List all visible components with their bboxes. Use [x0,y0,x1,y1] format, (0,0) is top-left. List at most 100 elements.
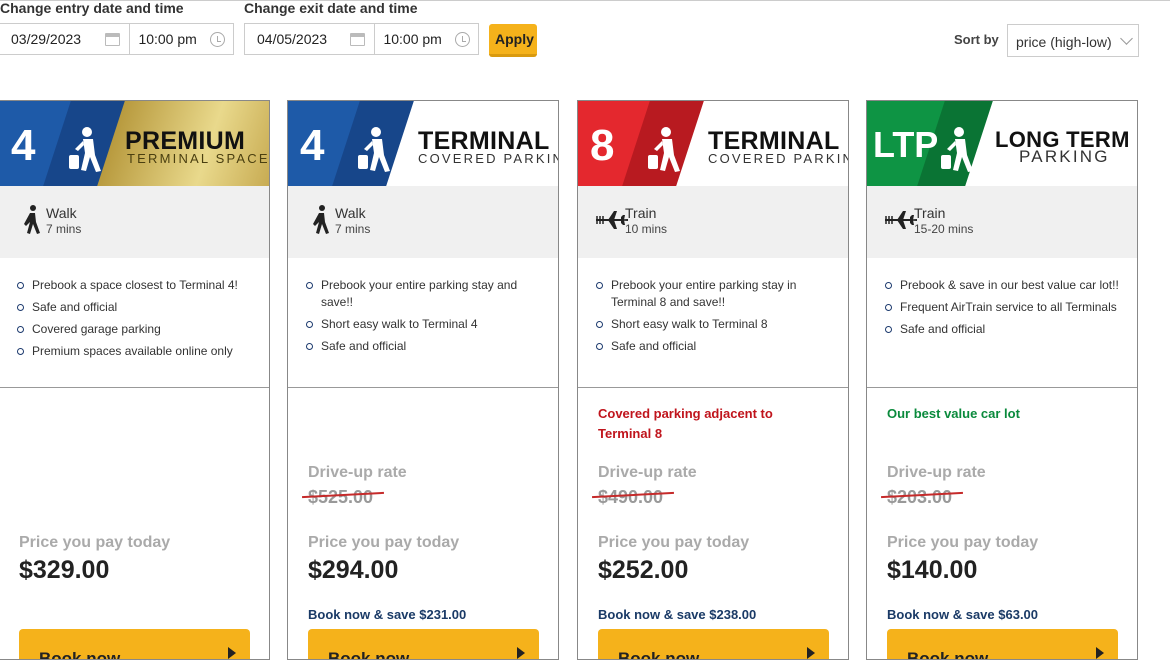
date-filter-bar: Change entry date and time 03/29/2023 10… [0,0,1170,101]
card-subtitle: COVERED PARKING [708,151,848,166]
card-subtitle: COVERED PARKING [418,151,558,166]
sort-value: price (high-low) [1016,34,1112,50]
arrow-right-icon [517,647,525,659]
savings-text: Book now & save $238.00 [598,607,757,622]
highlight-text: Our best value car lot [887,406,1020,421]
clock-icon[interactable] [455,32,470,47]
feature-item: Frequent AirTrain service to all Termina… [885,299,1123,316]
feature-item: Covered garage parking [17,321,255,338]
feature-item: Prebook your entire parking stay in Term… [596,277,834,311]
pay-label: Price you pay today [308,534,460,551]
pay-price: $329.00 [19,556,110,584]
parking-card-terminal-8: 8 TERMINAL COVERED PARKING Train 10 mins… [577,100,849,660]
transport-mode: Walk [46,205,77,221]
traveler-icon [941,127,973,172]
savings-text: Book now & save $231.00 [308,607,467,622]
pricing-section: Our best value car lot Drive-up rate $20… [867,388,1137,660]
drive-up-price: $203.00 [887,487,953,507]
pay-label: Price you pay today [598,534,750,551]
terminal-badge: 8 [590,121,615,170]
entry-date-input[interactable]: 03/29/2023 [0,24,129,54]
feature-list: Prebook your entire parking stay in Term… [578,258,848,388]
feature-list: Prebook a space closest to Terminal 4! S… [0,258,269,388]
book-now-label: Book now [618,649,700,660]
pay-label: Price you pay today [887,534,1039,551]
book-now-button[interactable]: Book now [598,629,829,660]
drive-up-price: $490.00 [598,487,664,507]
transport-mode: Walk [335,205,366,221]
entry-date-value: 03/29/2023 [11,31,82,47]
book-now-label: Book now [328,649,410,660]
book-now-button[interactable]: Book now [308,629,539,660]
walk-icon [313,205,329,234]
sort-select[interactable]: price (high-low) [1007,24,1139,57]
pay-price: $294.00 [308,556,399,584]
feature-item: Premium spaces available online only [17,343,255,360]
traveler-icon [358,127,390,172]
book-now-label: Book now [907,649,989,660]
card-banner: 4 TERMINAL COVERED PARKING [288,101,558,186]
feature-list: Prebook your entire parking stay and sav… [288,258,558,388]
pay-price: $140.00 [887,556,978,584]
transport-time: 15-20 mins [914,222,974,236]
apply-button[interactable]: Apply [489,24,537,57]
parking-card-terminal-4: 4 TERMINAL COVERED PARKING Walk 7 mins P… [287,100,559,660]
feature-item: Prebook & save in our best value car lot… [885,277,1123,294]
arrow-right-icon [228,647,236,659]
card-banner: LTP LONG TERM PARKING [867,101,1137,186]
exit-date-input[interactable]: 04/05/2023 [245,24,374,54]
arrow-right-icon [1096,647,1104,659]
pricing-section: Covered parking adjacent to Terminal 8 D… [578,388,848,660]
parking-card-premium: 4 PREMIUM TERMINAL SPACE Walk 7 mins Pre… [0,100,270,660]
book-now-button[interactable]: Book now [887,629,1118,660]
entry-time-input[interactable]: 10:00 pm [129,24,233,54]
terminal-badge: 4 [300,121,325,170]
pay-label: Price you pay today [19,534,171,551]
terminal-badge: LTP [873,124,939,165]
transport-mode: Train [914,205,946,221]
pricing-section: Drive-up rate $525.00 Price you pay toda… [288,388,558,660]
pay-price: $252.00 [598,556,689,584]
drive-up-label: Drive-up rate [598,464,697,481]
calendar-icon[interactable] [105,33,121,46]
card-subtitle: TERMINAL SPACE [127,151,269,166]
train-plane-icon [885,211,917,229]
transport-info: Train 15-20 mins [867,186,1137,258]
pricing-section: Price you pay today $329.00 Book now [0,388,269,660]
transport-info: Walk 7 mins [288,186,558,258]
highlight-text: Covered parking adjacent to Terminal 8 [598,406,773,441]
feature-item: Short easy walk to Terminal 4 [306,316,544,333]
terminal-badge: 4 [11,121,36,170]
transport-time: 7 mins [46,222,82,236]
clock-icon[interactable] [210,32,225,47]
transport-mode: Train [625,205,657,221]
transport-info: Train 10 mins [578,186,848,258]
exit-time-value: 10:00 pm [383,31,442,47]
entry-datetime-group: 03/29/2023 10:00 pm [0,23,234,55]
card-banner: 8 TERMINAL COVERED PARKING [578,101,848,186]
feature-item: Prebook a space closest to Terminal 4! [17,277,255,294]
drive-up-label: Drive-up rate [887,464,986,481]
exit-time-input[interactable]: 10:00 pm [374,24,478,54]
entry-time-value: 10:00 pm [138,31,197,47]
feature-item: Short easy walk to Terminal 8 [596,316,834,333]
arrow-right-icon [807,647,815,659]
feature-list: Prebook & save in our best value car lot… [867,258,1137,388]
feature-item: Safe and official [596,338,834,355]
drive-up-label: Drive-up rate [308,464,407,481]
book-now-label: Book now [39,649,121,660]
traveler-icon [69,127,101,172]
feature-item: Safe and official [306,338,544,355]
feature-item: Prebook your entire parking stay and sav… [306,277,544,311]
transport-time: 10 mins [625,222,668,236]
card-banner: 4 PREMIUM TERMINAL SPACE [0,101,269,186]
feature-item: Safe and official [885,321,1123,338]
drive-up-price: $525.00 [308,487,374,507]
calendar-icon[interactable] [350,33,366,46]
parking-card-long-term: LTP LONG TERM PARKING Train 15-20 mins P… [866,100,1138,660]
exit-label: Change exit date and time [244,0,418,16]
book-now-button[interactable]: Book now [19,629,250,660]
feature-item: Safe and official [17,299,255,316]
transport-time: 7 mins [335,222,371,236]
transport-info: Walk 7 mins [0,186,269,258]
